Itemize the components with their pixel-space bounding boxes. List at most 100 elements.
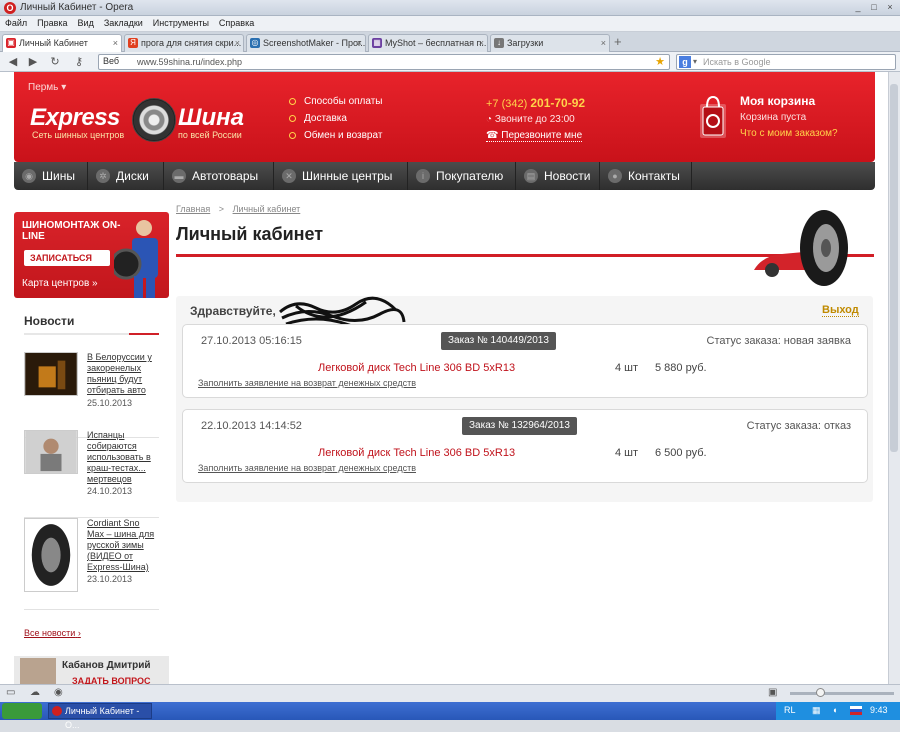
call-hours-text: Звоните до 23:00 — [494, 114, 575, 125]
nav-auto-goods[interactable]: ▬ Автотовары — [164, 162, 274, 190]
search-engine-dropdown-icon[interactable]: ▾ — [693, 57, 697, 66]
cloud-icon[interactable]: ☁ — [30, 687, 40, 698]
news-date: 24.10.2013 — [87, 486, 133, 496]
menu-file[interactable]: Файл — [0, 16, 32, 30]
news-headline[interactable]: Испанцы собираются использовать в краш-т… — [87, 430, 159, 485]
callback-text: Перезвоните мне — [501, 130, 583, 141]
nav-label: Шинные центры — [302, 169, 393, 183]
tab-close-icon[interactable]: × — [479, 35, 484, 51]
all-news-link[interactable]: Все новости › — [24, 628, 81, 638]
yandex-favicon-icon: Я — [128, 38, 138, 48]
view-icon[interactable]: ▣ — [768, 687, 777, 698]
order-price: 6 500 руб. — [655, 447, 707, 459]
new-tab-button[interactable]: + — [614, 34, 622, 49]
reload-icon[interactable]: ↻ — [48, 55, 62, 69]
web-badge: Веб — [103, 56, 120, 66]
back-arrow-icon[interactable]: ◀ — [6, 55, 20, 69]
news-item[interactable]: В Белоруссии у закоренелых пьяниц будут … — [24, 352, 159, 438]
scrollbar-thumb[interactable] — [890, 84, 898, 452]
phone-prefix: +7 (342) — [486, 98, 528, 110]
tab-close-icon[interactable]: × — [601, 35, 606, 51]
menu-view[interactable]: Вид — [73, 16, 99, 30]
order-card: 27.10.2013 05:16:15 Заказ № 140449/2013 … — [182, 324, 868, 398]
maximize-button[interactable]: □ — [868, 2, 880, 13]
tab-label: ScreenshotMaker - Прог... — [263, 38, 366, 48]
location-icon: ● — [608, 169, 622, 183]
logo-express[interactable]: Express — [30, 104, 120, 132]
order-number-badge[interactable]: Заказ № 140449/2013 — [441, 332, 556, 350]
zoom-slider-track[interactable] — [790, 692, 894, 695]
breadcrumb-home[interactable]: Главная — [176, 204, 210, 214]
bookmark-star-icon[interactable]: ★ — [655, 55, 665, 68]
screenshotmaker-favicon-icon: ◎ — [250, 38, 260, 48]
nav-rims[interactable]: ✲ Диски — [88, 162, 164, 190]
turbo-icon[interactable]: ◉ — [54, 687, 63, 698]
taskbar-window-button[interactable]: Личный Кабинет - О... — [48, 703, 152, 730]
language-indicator[interactable]: RL — [784, 705, 796, 715]
order-status-link[interactable]: Что с моим заказом? — [740, 128, 838, 139]
refund-request-link[interactable]: Заполнить заявление на возврат денежных … — [198, 463, 416, 473]
close-button[interactable]: × — [884, 2, 896, 13]
tab-personal-cabinet[interactable]: ▣ Личный Кабинет × — [2, 34, 122, 53]
network-icon[interactable]: ▦ — [812, 705, 821, 716]
nav-buyer[interactable]: i Покупателю — [408, 162, 516, 190]
menu-help[interactable]: Справка — [214, 16, 259, 30]
rim-icon: ✲ — [96, 169, 110, 183]
tire-fitting-promo: ШИНОМОНТАЖ ON-LINE ЗАПИСАТЬСЯ Карта цент… — [14, 212, 169, 298]
tab-close-icon[interactable]: × — [357, 35, 362, 51]
tab-downloads[interactable]: ↓ Загрузки × — [490, 34, 610, 52]
os-taskbar: Личный Кабинет - О... RL ▦ ◖ 9:43 — [0, 702, 900, 730]
start-button[interactable] — [2, 703, 42, 719]
shopping-bag-icon[interactable] — [696, 92, 730, 140]
menu-tools[interactable]: Инструменты — [148, 16, 214, 30]
forward-arrow-icon[interactable]: ▶ — [26, 55, 40, 69]
panel-toggle-icon[interactable]: ▭ — [6, 687, 15, 698]
news-thumbnail-whiskey — [24, 352, 78, 396]
link-exchange-return[interactable]: Обмен и возврат — [289, 130, 382, 141]
minimize-button[interactable]: _ — [852, 2, 864, 13]
logo-shina[interactable]: Шина — [178, 104, 244, 132]
car-goods-icon: ▬ — [172, 169, 186, 183]
ask-question-button[interactable]: ЗАДАТЬ ВОПРОС — [72, 676, 151, 684]
tab-myshot[interactable]: ▦ MyShot – бесплатная п... × — [368, 34, 488, 52]
tab-close-icon[interactable]: × — [113, 35, 118, 51]
centers-map-link[interactable]: Карта центров » — [22, 278, 98, 289]
tab-screenshotmaker[interactable]: ◎ ScreenshotMaker - Прог... × — [246, 34, 366, 52]
city-selector[interactable]: Пермь ▾ — [28, 82, 66, 93]
tab-close-icon[interactable]: × — [235, 35, 240, 51]
breadcrumb-current[interactable]: Личный кабинет — [233, 204, 301, 214]
news-heading: Новости — [24, 314, 75, 328]
cart-title[interactable]: Моя корзина — [740, 94, 815, 108]
menu-bookmarks[interactable]: Закладки — [99, 16, 148, 30]
news-headline[interactable]: В Белоруссии у закоренелых пьяниц будут … — [87, 352, 159, 396]
nav-tires[interactable]: ◉ Шины — [14, 162, 88, 190]
menu-edit[interactable]: Правка — [32, 16, 72, 30]
tire-icon: ◉ — [22, 169, 36, 183]
phone-main: 201-70-92 — [530, 96, 586, 110]
link-payment-methods[interactable]: Способы оплаты — [289, 96, 383, 107]
tab-screenshot-tool[interactable]: Я прога для снятия скри... × — [124, 34, 244, 52]
nav-label: Автотовары — [192, 169, 259, 183]
order-product[interactable]: Легковой диск Tech Line 306 BD 5xR13 — [318, 447, 515, 459]
signup-button[interactable]: ЗАПИСАТЬСЯ — [24, 250, 110, 266]
refund-request-link[interactable]: Заполнить заявление на возврат денежных … — [198, 378, 416, 388]
site-header: Пермь ▾ Express Шина Сеть шинных центров… — [14, 72, 875, 162]
link-delivery[interactable]: Доставка — [289, 113, 347, 124]
url-text: www.59shina.ru/index.php — [137, 57, 243, 67]
order-product[interactable]: Легковой диск Tech Line 306 BD 5xR13 — [318, 362, 515, 374]
address-field[interactable]: Веб www.59shina.ru/index.php ★ — [98, 54, 670, 70]
nav-tire-centers[interactable]: ✕ Шинные центры — [274, 162, 408, 190]
logout-link[interactable]: Выход — [822, 304, 859, 317]
volume-icon[interactable]: ◖ — [832, 705, 837, 715]
news-item[interactable]: Испанцы собираются использовать в краш-т… — [24, 430, 159, 518]
news-headline[interactable]: Cordiant Sno Max – шина для русской зимы… — [87, 518, 159, 573]
search-field[interactable]: g ▾ Искать в Google — [676, 54, 896, 70]
news-item[interactable]: Cordiant Sno Max – шина для русской зимы… — [24, 518, 159, 610]
order-number-badge[interactable]: Заказ № 132964/2013 — [462, 417, 577, 435]
zoom-slider-handle[interactable] — [816, 688, 825, 697]
nav-news[interactable]: ▤ Новости — [516, 162, 600, 190]
nav-contacts[interactable]: ● Контакты — [600, 162, 692, 190]
callback-link[interactable]: ☎ Перезвоните мне — [486, 130, 583, 142]
key-icon[interactable]: ⚷ — [72, 55, 86, 69]
order-datetime: 22.10.2013 14:14:52 — [201, 420, 302, 432]
